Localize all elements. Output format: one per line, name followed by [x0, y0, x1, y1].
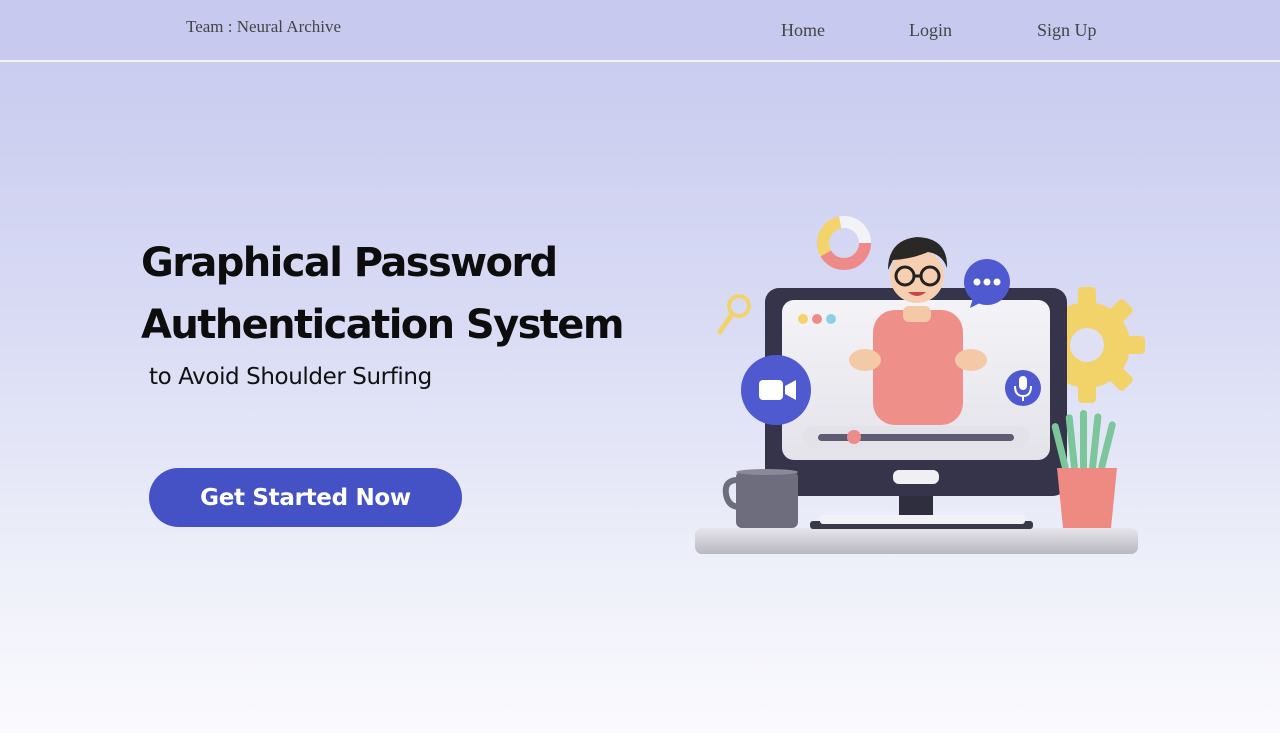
- hero-subtitle: to Avoid Shoulder Surfing: [149, 364, 432, 390]
- video-camera-icon: [741, 355, 811, 425]
- video-progress-bar: [803, 426, 1029, 448]
- nav-login-link[interactable]: Login: [909, 20, 952, 41]
- get-started-button[interactable]: Get Started Now: [149, 468, 462, 527]
- brand-name: Team : Neural Archive: [186, 17, 342, 36]
- coffee-mug-icon: [722, 469, 798, 528]
- hero-title: Graphical Password Authentication System: [141, 232, 625, 356]
- top-navbar: Team : Neural Archive Home Login Sign Up: [0, 0, 1280, 62]
- hero-title-line-1: Graphical Password: [141, 240, 558, 286]
- monitor-stand: [810, 492, 1033, 529]
- magnifier-icon: [717, 294, 751, 335]
- hero-title-line-2: Authentication System: [141, 302, 625, 348]
- nav-home-link[interactable]: Home: [781, 20, 825, 41]
- hero-illustration: [695, 216, 1145, 554]
- desk: [695, 528, 1138, 554]
- microphone-icon: [1005, 370, 1041, 406]
- donut-chart-icon: [817, 216, 871, 270]
- nav-signup-link[interactable]: Sign Up: [1037, 20, 1097, 41]
